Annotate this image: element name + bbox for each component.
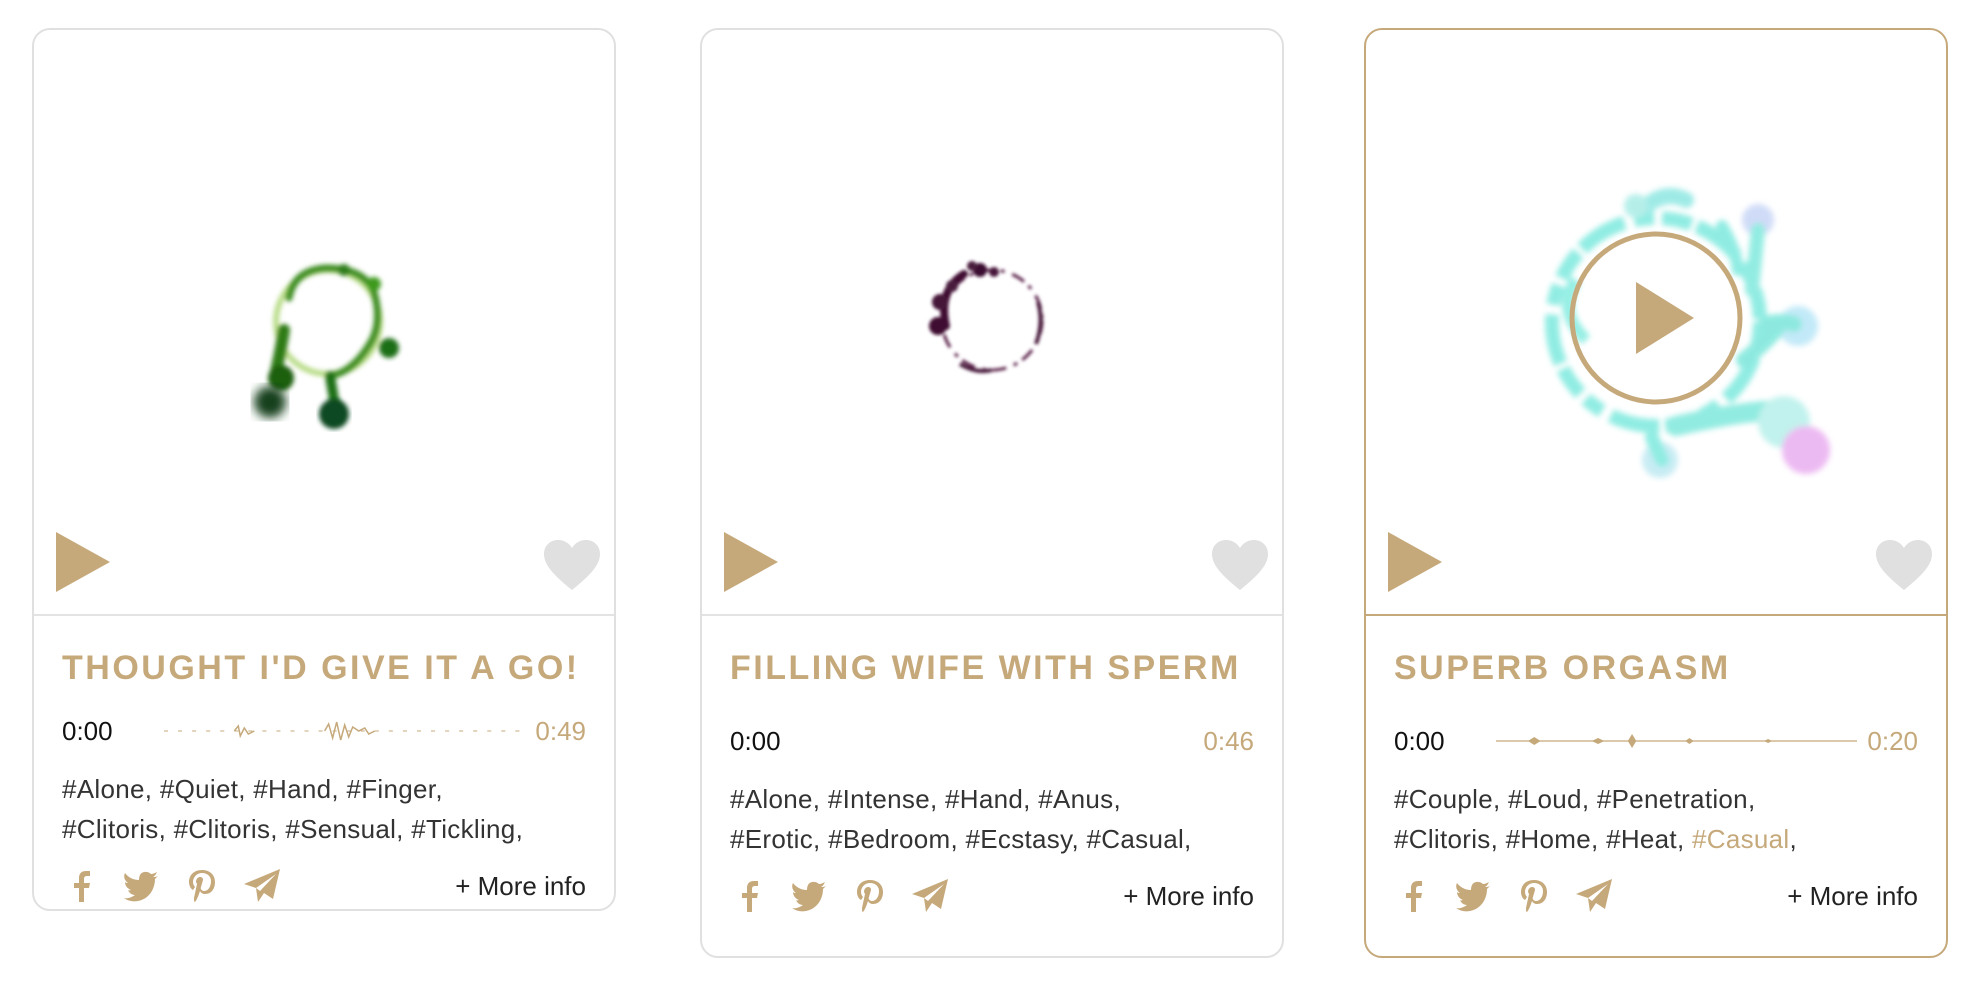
pinterest-icon[interactable]: [182, 866, 222, 906]
waveform-scrubber[interactable]: [164, 716, 526, 746]
tag[interactable]: #Finger: [346, 774, 435, 804]
favorite-heart-icon[interactable]: [542, 538, 602, 592]
twitter-icon[interactable]: [122, 866, 162, 906]
card-actions: + More info: [730, 873, 1254, 919]
tag-list: #Alone, #Quiet, #Hand, #Finger, #Clitori…: [62, 774, 524, 844]
play-circle-icon[interactable]: [1568, 230, 1744, 406]
duration: 0:20: [1867, 725, 1918, 756]
favorite-heart-icon[interactable]: [1210, 538, 1270, 592]
pinterest-icon[interactable]: [1514, 876, 1554, 916]
tag[interactable]: #Loud: [1508, 784, 1582, 814]
waveform-scrubber[interactable]: [832, 726, 1193, 756]
duration: 0:46: [1203, 725, 1254, 756]
tag[interactable]: #Erotic: [730, 824, 813, 854]
play-icon[interactable]: [52, 530, 112, 594]
track-title[interactable]: SUPERB ORGASM: [1394, 650, 1918, 687]
play-icon[interactable]: [720, 530, 780, 594]
twitter-icon[interactable]: [1454, 876, 1494, 916]
more-info-link[interactable]: + More info: [1787, 881, 1918, 912]
facebook-icon[interactable]: [730, 876, 770, 916]
tag[interactable]: #Alone: [62, 774, 145, 804]
more-info-link[interactable]: + More info: [455, 871, 586, 902]
sound-visualization: [929, 261, 1044, 374]
tag[interactable]: #Penetration: [1597, 784, 1748, 814]
tag-list: #Couple, #Loud, #Penetration, #Clitoris,…: [1394, 784, 1798, 854]
tag[interactable]: #Hand: [253, 774, 331, 804]
tag-list: #Alone, #Intense, #Hand, #Anus, #Erotic,…: [730, 784, 1192, 854]
pinterest-icon[interactable]: [850, 876, 890, 916]
duration: 0:49: [535, 715, 586, 746]
tag[interactable]: #Ecstasy: [966, 824, 1072, 854]
tag[interactable]: #Alone: [730, 784, 813, 814]
current-time: 0:00: [1394, 725, 1445, 756]
sound-visualization: [254, 264, 399, 429]
card-actions: + More info: [62, 863, 586, 909]
tag[interactable]: #Clitoris: [174, 814, 271, 844]
facebook-icon[interactable]: [1394, 876, 1434, 916]
card-visual[interactable]: [1366, 30, 1946, 616]
play-icon[interactable]: [1384, 530, 1444, 594]
twitter-icon[interactable]: [790, 876, 830, 916]
tag[interactable]: #Couple: [1394, 784, 1493, 814]
tag[interactable]: #Tickling: [411, 814, 515, 844]
audio-card: SUPERB ORGASM 0:00 0:20 #Couple, #Loud, …: [1364, 28, 1948, 958]
audio-player: 0:00 0:49: [62, 711, 586, 751]
favorite-heart-icon[interactable]: [1874, 538, 1934, 592]
tag[interactable]: #Quiet: [160, 774, 238, 804]
track-title[interactable]: THOUGHT I'D GIVE IT A GO!: [62, 650, 586, 687]
tag[interactable]: #Home: [1506, 824, 1591, 854]
card-info: SUPERB ORGASM 0:00 0:20 #Couple, #Loud, …: [1366, 616, 1946, 919]
tag[interactable]: #Bedroom: [828, 824, 950, 854]
tag[interactable]: #Heat: [1606, 824, 1677, 854]
card-info: THOUGHT I'D GIVE IT A GO! 0:00 0:49 #Alo…: [34, 616, 614, 909]
audio-card: THOUGHT I'D GIVE IT A GO! 0:00 0:49 #Alo…: [32, 28, 616, 911]
tag[interactable]: #Hand: [945, 784, 1023, 814]
card-actions: + More info: [1394, 873, 1918, 919]
send-icon[interactable]: [242, 866, 282, 906]
tag[interactable]: #Anus: [1038, 784, 1113, 814]
audio-card: FILLING WIFE WITH SPERM 0:00 0:46 #Alone…: [700, 28, 1284, 958]
card-info: FILLING WIFE WITH SPERM 0:00 0:46 #Alone…: [702, 616, 1282, 919]
waveform-scrubber[interactable]: [1496, 726, 1858, 756]
tag[interactable]: #Casual: [1087, 824, 1185, 854]
audio-player: 0:00 0:20: [1394, 721, 1918, 761]
current-time: 0:00: [730, 725, 781, 756]
tag[interactable]: #Sensual: [285, 814, 396, 844]
card-visual[interactable]: [702, 30, 1282, 616]
send-icon[interactable]: [910, 876, 950, 916]
audio-player: 0:00 0:46: [730, 721, 1254, 761]
tag-highlighted[interactable]: #Casual: [1692, 824, 1790, 854]
track-title[interactable]: FILLING WIFE WITH SPERM: [730, 650, 1254, 687]
current-time: 0:00: [62, 715, 113, 746]
card-visual[interactable]: [34, 30, 614, 616]
send-icon[interactable]: [1574, 876, 1614, 916]
tag[interactable]: #Clitoris: [62, 814, 159, 844]
tag[interactable]: #Intense: [828, 784, 930, 814]
tag[interactable]: #Clitoris: [1394, 824, 1491, 854]
facebook-icon[interactable]: [62, 866, 102, 906]
more-info-link[interactable]: + More info: [1123, 881, 1254, 912]
